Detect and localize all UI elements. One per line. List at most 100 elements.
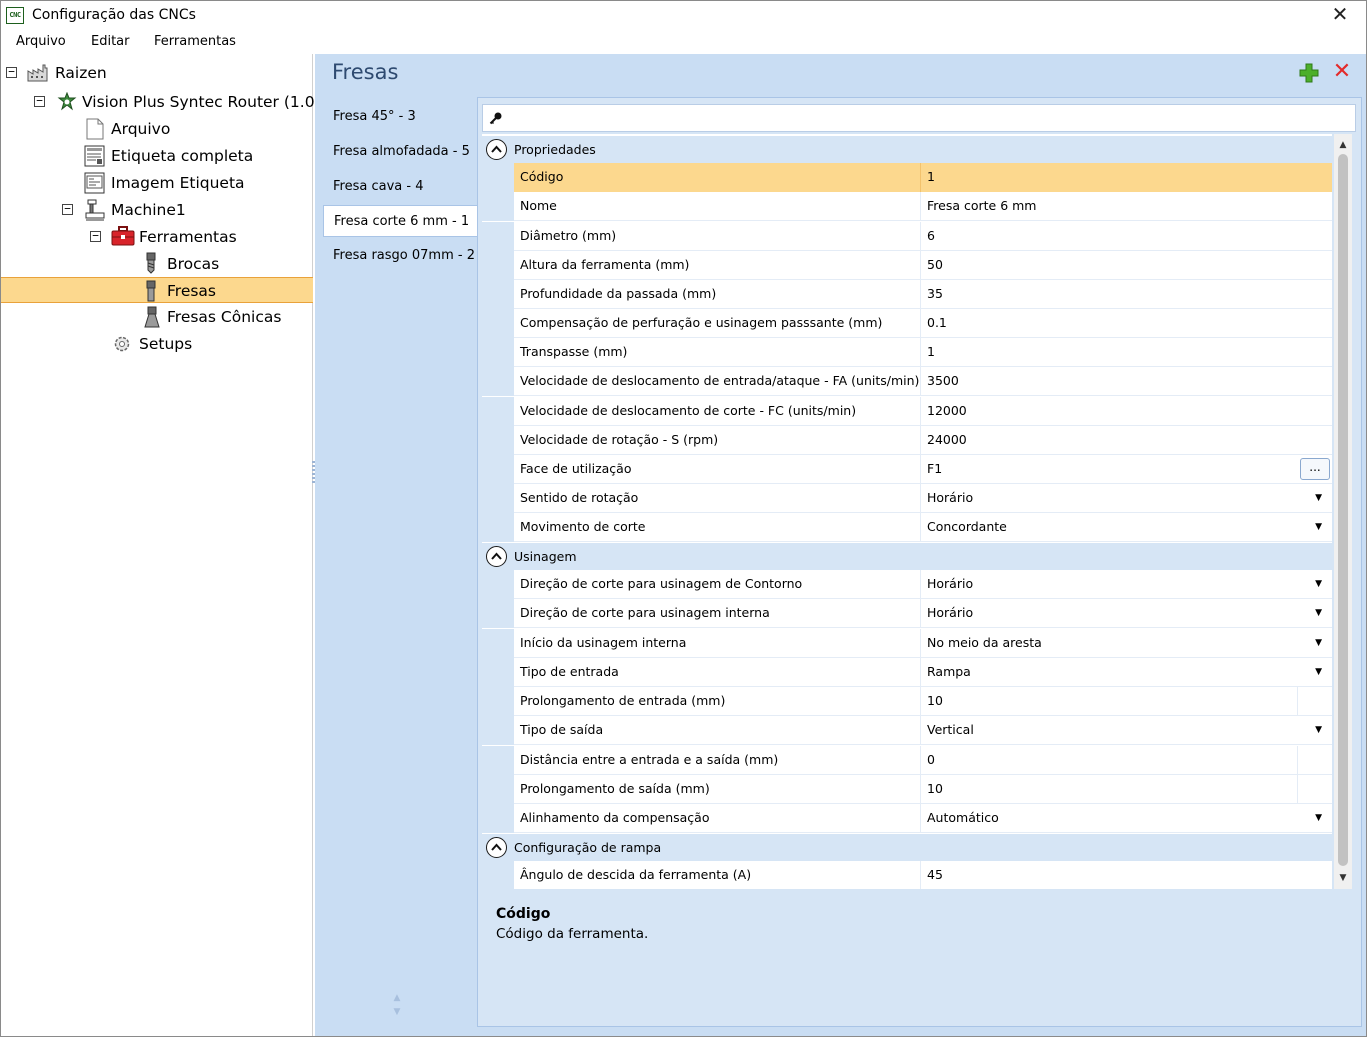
category-usinagem[interactable]: Usinagem <box>482 543 1332 570</box>
property-value[interactable]: 0 <box>921 746 1332 775</box>
category-propriedades[interactable]: Propriedades <box>482 136 1332 163</box>
property-row-direcao-interna[interactable]: Direção de corte para usinagem interna Ho… <box>482 599 1332 628</box>
property-value[interactable]: 35 <box>921 280 1332 309</box>
collapse-ferramentas-toggle[interactable]: − <box>90 230 101 242</box>
tree-item-etiqueta-completa[interactable]: Etiqueta completa <box>111 143 253 169</box>
property-row-distancia[interactable]: Distância entre a entrada e a saída (mm)… <box>482 746 1332 775</box>
property-name: Início da usinagem interna <box>514 629 921 658</box>
property-row-angulo[interactable]: Ângulo de descida da ferramenta (A) 45 <box>482 861 1332 889</box>
property-value[interactable]: 1 <box>921 163 1332 192</box>
list-item[interactable]: Fresa rasgo 07mm - 2 <box>323 240 477 272</box>
property-row-diametro[interactable]: Diâmetro (mm) 6 <box>482 222 1332 251</box>
property-value-dropdown[interactable]: Horário ▼ <box>921 570 1332 599</box>
property-row-prolongamento-saida[interactable]: Prolongamento de saída (mm) 10 <box>482 775 1332 804</box>
property-value-dropdown[interactable]: Vertical ▼ <box>921 716 1332 745</box>
tree-item-fresas[interactable]: Fresas <box>1 277 313 303</box>
menu-editar[interactable]: Editar <box>91 34 130 49</box>
property-value-dropdown[interactable]: No meio da aresta ▼ <box>921 629 1332 658</box>
tree-item-machine-config[interactable]: Vision Plus Syntec Router (1.0) <box>82 89 321 115</box>
collapse-category-toggle[interactable] <box>486 139 507 160</box>
list-scroll-arrows[interactable]: ▲ ▼ <box>391 991 403 1019</box>
scroll-thumb[interactable] <box>1338 154 1348 866</box>
tree-item-brocas[interactable]: Brocas <box>167 251 219 277</box>
property-value-dropdown[interactable]: Rampa ▼ <box>921 658 1332 687</box>
property-value[interactable]: 10 <box>921 687 1332 716</box>
window: CNC Configuração das CNCs ✕ Arquivo Edit… <box>0 0 1367 1037</box>
property-row-tipo-entrada[interactable]: Tipo de entrada Rampa ▼ <box>482 658 1332 687</box>
property-row-sentido[interactable]: Sentido de rotação Horário ▼ <box>482 484 1332 513</box>
list-item-selected[interactable]: Fresa corte 6 mm - 1 <box>323 205 477 237</box>
scroll-down-arrow[interactable]: ▼ <box>1334 869 1352 887</box>
property-search-input[interactable] <box>509 108 1339 128</box>
dropdown-arrow-icon[interactable]: ▼ <box>1315 629 1322 657</box>
scroll-up-arrow[interactable]: ▲ <box>1334 136 1352 154</box>
collapse-category-toggle[interactable] <box>486 546 507 567</box>
property-value[interactable]: 6 <box>921 222 1332 251</box>
property-value-dropdown[interactable]: Horário ▼ <box>921 599 1332 628</box>
property-row-alinhamento[interactable]: Alinhamento da compensação Automático ▼ <box>482 804 1332 833</box>
collapse-machine-config-toggle[interactable]: − <box>34 95 45 107</box>
property-row-velocidade-fa[interactable]: Velocidade de deslocamento de entrada/at… <box>482 367 1332 396</box>
property-value-dropdown[interactable]: Horário ▼ <box>921 484 1332 513</box>
list-scroll-down[interactable]: ▼ <box>391 1005 403 1019</box>
property-value-dropdown[interactable]: Concordante ▼ <box>921 513 1332 542</box>
list-item[interactable]: Fresa almofadada - 5 <box>323 136 477 168</box>
property-row-altura[interactable]: Altura da ferramenta (mm) 50 <box>482 251 1332 280</box>
property-value[interactable]: F1... <box>921 455 1332 484</box>
close-button[interactable]: ✕ <box>1326 3 1354 27</box>
tree-item-label: Brocas <box>167 255 220 273</box>
collapse-category-toggle[interactable] <box>486 837 507 858</box>
dropdown-arrow-icon[interactable]: ▼ <box>1315 570 1322 598</box>
list-scroll-up[interactable]: ▲ <box>391 991 403 1005</box>
list-item[interactable]: Fresa cava - 4 <box>323 171 477 203</box>
property-value[interactable]: 10 <box>921 775 1332 804</box>
chevron-up-icon <box>491 843 502 851</box>
tree-item-fresas-conicas[interactable]: Fresas Cônicas <box>167 304 281 330</box>
tree-item-imagem-etiqueta[interactable]: Imagem Etiqueta <box>111 170 245 196</box>
add-tool-button[interactable] <box>1299 63 1319 83</box>
property-value[interactable]: 45 <box>921 861 1332 889</box>
property-row-compensacao[interactable]: Compensação de perfuração e usinagem pas… <box>482 309 1332 338</box>
property-value[interactable]: 0.1 <box>921 309 1332 338</box>
delete-tool-button[interactable]: ✕ <box>1331 61 1353 83</box>
category-rampa[interactable]: Configuração de rampa <box>482 834 1332 861</box>
menu-arquivo[interactable]: Arquivo <box>16 34 66 49</box>
tree-item-machine[interactable]: Machine1 <box>111 197 186 223</box>
dropdown-arrow-icon[interactable]: ▼ <box>1315 658 1322 686</box>
property-value-dropdown[interactable]: Automático ▼ <box>921 804 1332 833</box>
property-row-velocidade-fc[interactable]: Velocidade de deslocamento de corte - FC… <box>482 397 1332 426</box>
property-value[interactable]: 24000 <box>921 426 1332 455</box>
dropdown-arrow-icon[interactable]: ▼ <box>1315 513 1322 541</box>
property-row-prolongamento-entrada[interactable]: Prolongamento de entrada (mm) 10 <box>482 687 1332 716</box>
property-row-tipo-saida[interactable]: Tipo de saída Vertical ▼ <box>482 716 1332 745</box>
tree-item-raizen[interactable]: Raizen <box>55 60 107 86</box>
property-row-profundidade[interactable]: Profundidade da passada (mm) 35 <box>482 280 1332 309</box>
property-value[interactable]: 1 <box>921 338 1332 367</box>
collapse-machine-toggle[interactable]: − <box>62 203 73 215</box>
menu-ferramentas[interactable]: Ferramentas <box>154 34 236 49</box>
property-row-inicio-usinagem[interactable]: Início da usinagem interna No meio da are… <box>482 629 1332 658</box>
dropdown-arrow-icon[interactable]: ▼ <box>1315 716 1322 744</box>
list-item[interactable]: Fresa 45° - 3 <box>323 101 477 133</box>
property-row-direcao-contorno[interactable]: Direção de corte para usinagem de Contor… <box>482 570 1332 599</box>
property-row-transpasse[interactable]: Transpasse (mm) 1 <box>482 338 1332 367</box>
dropdown-arrow-icon[interactable]: ▼ <box>1315 804 1322 832</box>
property-row-nome[interactable]: Nome Fresa corte 6 mm <box>482 192 1332 221</box>
collapse-raizen-toggle[interactable]: − <box>6 66 17 78</box>
property-row-velocidade-s[interactable]: Velocidade de rotação - S (rpm) 24000 <box>482 426 1332 455</box>
property-value[interactable]: 50 <box>921 251 1332 280</box>
ellipsis-button[interactable]: ... <box>1300 458 1330 480</box>
tree-item-ferramentas[interactable]: Ferramentas <box>139 224 237 250</box>
property-value[interactable]: Fresa corte 6 mm <box>921 192 1332 221</box>
property-row-face[interactable]: Face de utilização F1... <box>482 455 1332 484</box>
dropdown-arrow-icon[interactable]: ▼ <box>1315 599 1322 627</box>
property-grid-scrollbar[interactable]: ▲ ▼ <box>1334 134 1352 889</box>
tree-item-setups[interactable]: Setups <box>139 331 192 357</box>
tree-item-arquivo[interactable]: Arquivo <box>111 116 170 142</box>
dropdown-arrow-icon[interactable]: ▼ <box>1315 484 1322 512</box>
property-value[interactable]: 3500 <box>921 367 1332 396</box>
property-row-movimento[interactable]: Movimento de corte Concordante ▼ <box>482 513 1332 542</box>
property-name: Distância entre a entrada e a saída (mm) <box>514 746 921 775</box>
property-row-codigo[interactable]: Código 1 <box>482 163 1332 192</box>
property-value[interactable]: 12000 <box>921 397 1332 426</box>
